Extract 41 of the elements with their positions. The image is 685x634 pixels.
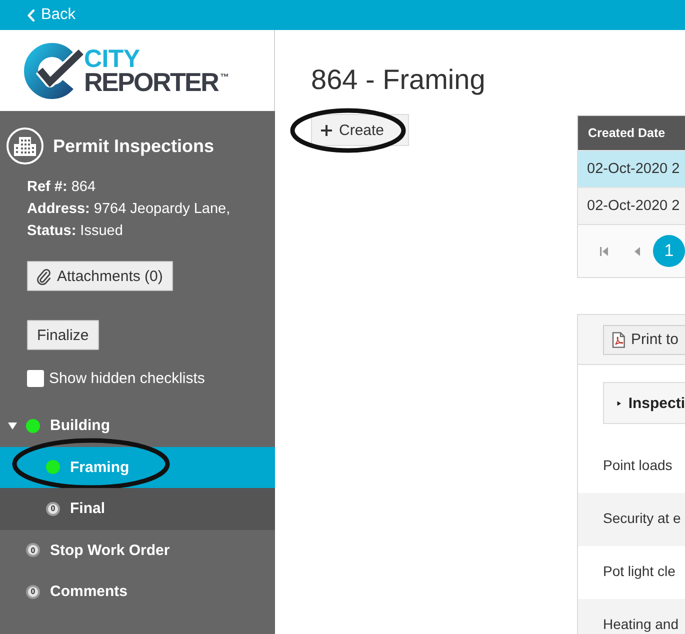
table-cell-text: 02-Oct-2020 2 (586, 161, 680, 177)
tree-item[interactable]: 0 Stop Work Order (0, 530, 275, 571)
detail-text: Ref #: 864 (27, 178, 97, 197)
print-button[interactable]: Print to (603, 324, 685, 354)
table-row[interactable]: 02-Oct-2020 2 (578, 150, 685, 187)
tree-item[interactable]: 0 Final (0, 488, 275, 530)
count-badge: 0 (26, 543, 40, 558)
first-page-icon[interactable] (600, 246, 608, 256)
checkbox-label[interactable]: Show hidden checklists (49, 370, 205, 386)
detail-text: Address: 9764 Jeopardy Lane, (27, 200, 230, 219)
checklist-row-text: Pot light cle (602, 562, 676, 581)
detail-text: Status: Issued (27, 222, 124, 241)
attachments-button[interactable]: Attachments (0) (27, 261, 173, 291)
tree-item[interactable]: Building (0, 405, 275, 446)
column-header: Created Date (578, 116, 685, 150)
finalize-button[interactable]: Finalize (27, 320, 99, 350)
checkbox[interactable] (27, 370, 44, 386)
count-badge: 0 (46, 502, 60, 516)
tree-item[interactable]: 0 Comments (0, 571, 275, 612)
section-header[interactable]: Inspecti (603, 382, 685, 424)
trademark-sign: ™ (220, 72, 230, 82)
paperclip-icon (37, 268, 51, 284)
plus-icon (321, 124, 332, 136)
create-button[interactable]: Create (311, 114, 410, 146)
caret-down-icon[interactable] (8, 422, 17, 430)
checklist-row: Heating and (578, 599, 685, 634)
checkmark-logo-icon (24, 42, 86, 98)
page-title: 864 - Framing (311, 63, 486, 97)
sidebar-title: Permit Inspections (53, 136, 214, 156)
logo-text: REPORTER (84, 70, 218, 95)
caret-right-icon[interactable] (617, 398, 622, 408)
count-badge: 0 (26, 584, 40, 599)
chevron-left-icon (27, 8, 35, 22)
previous-page-icon[interactable] (634, 246, 640, 256)
pdf-file-icon (612, 332, 625, 348)
table-cell-text: 02-Oct-2020 2 (586, 198, 680, 214)
table-row[interactable]: 02-Oct-2020 2 (578, 187, 685, 224)
checklist-row: Security at e (578, 493, 685, 546)
logo-text: CITY (84, 48, 140, 70)
building-icon (6, 127, 44, 165)
checklist-row-text: Point loads (602, 456, 674, 475)
